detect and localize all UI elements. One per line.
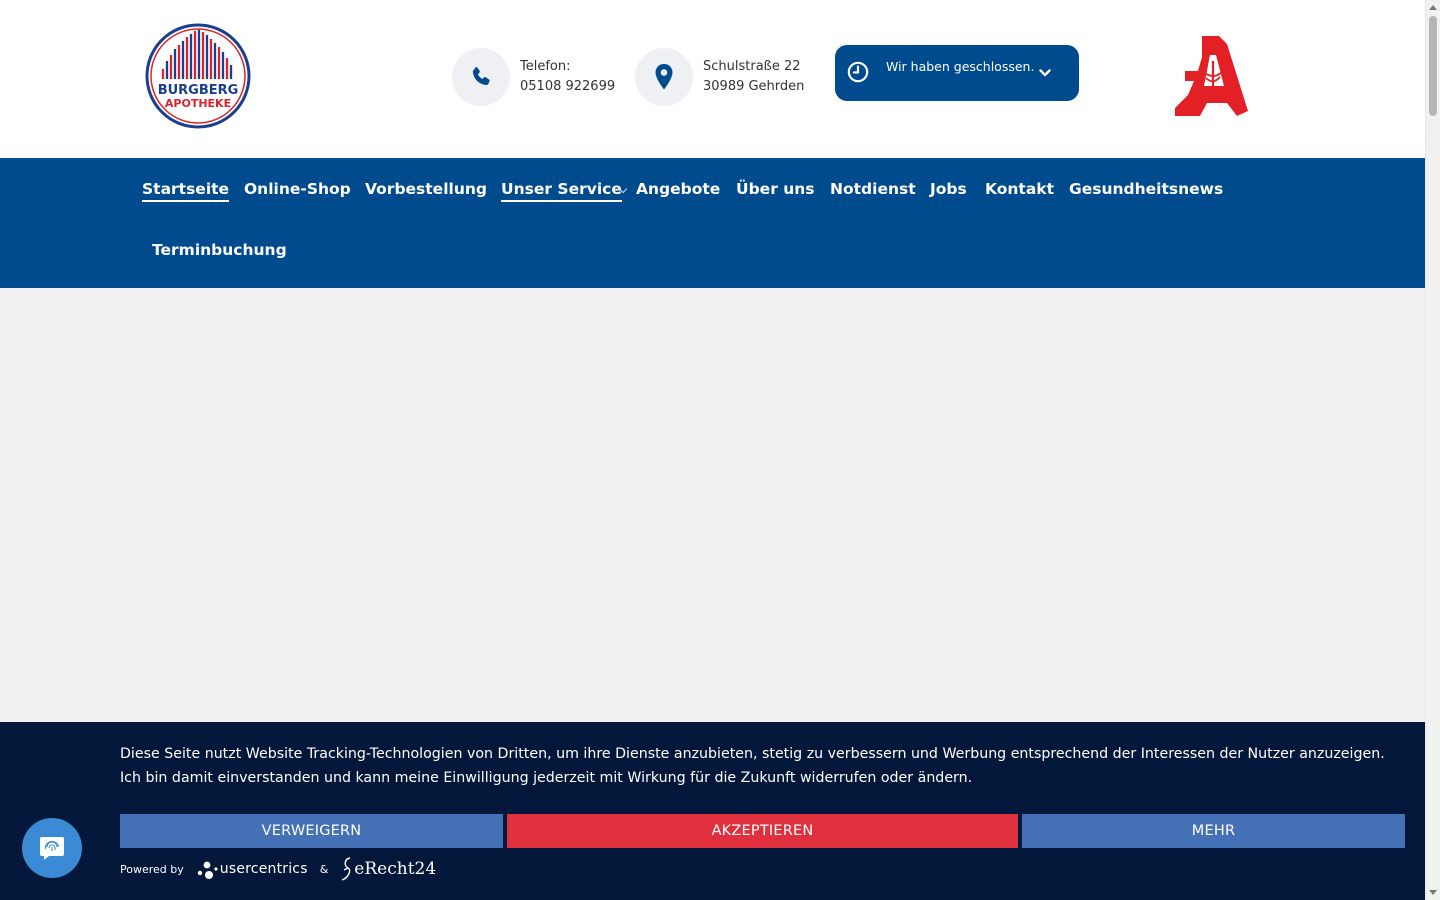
cookie-message: Diese Seite nutzt Website Tracking-Techn… — [120, 746, 1385, 786]
cookie-consent-banner: Diese Seite nutzt Website Tracking-Techn… — [0, 722, 1425, 900]
phone-number[interactable]: 05108 922699 — [520, 77, 615, 97]
usercentrics-dots-icon — [197, 861, 218, 879]
nav-online-shop[interactable]: Online-Shop — [244, 180, 351, 200]
ampersand: & — [319, 862, 329, 876]
apotheke-a-logo — [1175, 36, 1248, 116]
nav-gesundheitsnews[interactable]: Gesundheitsnews — [1069, 180, 1223, 200]
erecht24-swirl-icon — [342, 857, 351, 881]
nav-kontakt[interactable]: Kontakt — [985, 180, 1054, 200]
nav-startseite[interactable]: Startseite — [142, 180, 230, 202]
opening-hours-toggle[interactable]: Wir haben geschlossen. — [835, 45, 1079, 101]
svg-text:BURGBERG: BURGBERG — [158, 83, 239, 98]
nav-vorbestellung[interactable]: Vorbestellung — [365, 180, 487, 200]
scroll-down-arrow-icon[interactable] — [1429, 890, 1437, 895]
powered-by-label: Powered by — [120, 862, 184, 876]
usercentrics-logo[interactable]: usercentrics — [196, 858, 308, 880]
nav-notdienst[interactable]: Notdienst — [830, 180, 916, 200]
address-info[interactable]: Schulstraße 22 30989 Gehrden — [635, 48, 804, 106]
phone-icon — [452, 48, 510, 106]
main-navigation: Startseite Online-Shop Vorbestellung Uns… — [0, 158, 1425, 288]
more-button[interactable]: MEHR — [1022, 814, 1405, 848]
fingerprint-icon — [40, 837, 64, 860]
address-street: Schulstraße 22 — [703, 59, 801, 74]
scrollbar-thumb[interactable] — [1429, 16, 1437, 116]
phone-info[interactable]: Telefon: 05108 922699 — [452, 48, 615, 106]
deny-button[interactable]: VERWEIGERN — [120, 814, 503, 848]
opening-status: Wir haben geschlossen. — [886, 59, 1035, 74]
svg-text:APOTHEKE: APOTHEKE — [165, 97, 231, 110]
page-scrollbar[interactable] — [1425, 0, 1440, 900]
nav-angebote[interactable]: Angebote — [636, 180, 720, 200]
nav-jobs[interactable]: Jobs — [930, 180, 967, 200]
privacy-settings-button[interactable] — [22, 818, 82, 878]
clock-icon — [847, 61, 869, 83]
burgberg-apotheke-logo[interactable]: BURGBERG APOTHEKE — [145, 21, 251, 131]
phone-label: Telefon: — [520, 59, 571, 74]
accept-button[interactable]: AKZEPTIEREN — [507, 814, 1018, 848]
erecht24-logo[interactable]: eRecht24 — [340, 857, 436, 881]
nav-unser-service[interactable]: Unser Service — [501, 180, 622, 202]
chevron-down-icon — [1039, 69, 1051, 77]
nav-ueber-uns[interactable]: Über uns — [736, 180, 815, 200]
site-header: BURGBERG APOTHEKE Telefon: 05108 922699 … — [0, 0, 1425, 158]
usercentrics-text: usercentrics — [219, 861, 308, 877]
scroll-up-arrow-icon[interactable] — [1429, 5, 1437, 10]
address-city: 30989 Gehrden — [703, 79, 805, 94]
nav-terminbuchung[interactable]: Terminbuchung — [152, 241, 287, 261]
main-content-area — [0, 288, 1425, 722]
erecht24-text: eRecht24 — [354, 859, 437, 879]
powered-by: Powered by usercentrics & eRecht24 — [120, 855, 436, 883]
map-pin-icon — [635, 48, 693, 106]
